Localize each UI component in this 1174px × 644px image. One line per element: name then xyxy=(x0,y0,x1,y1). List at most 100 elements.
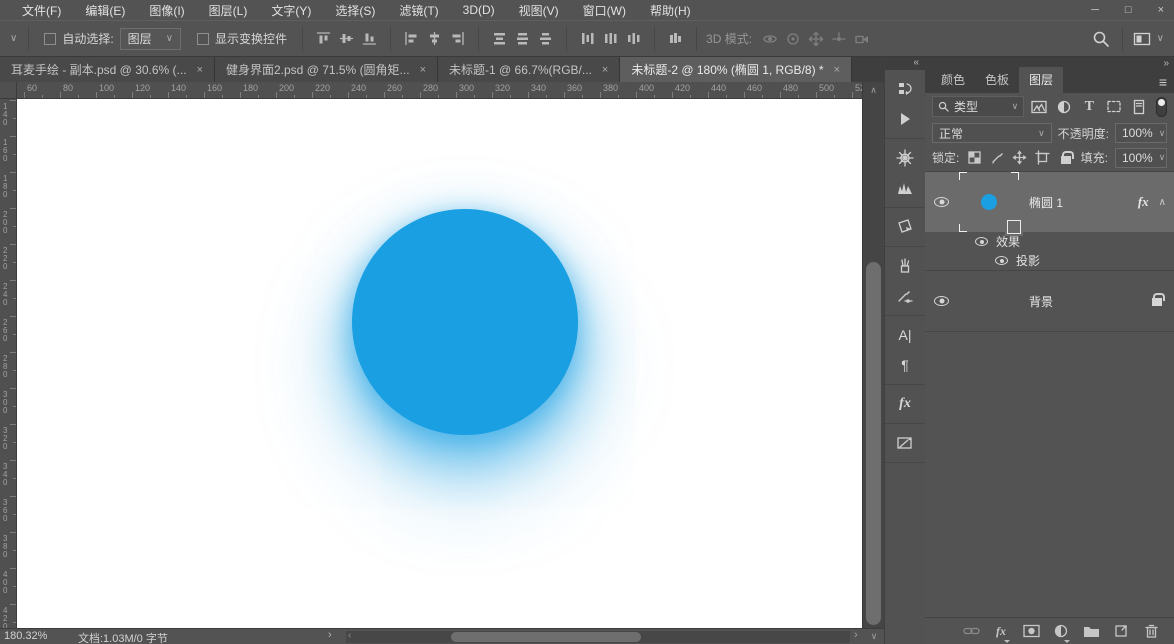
canvas[interactable] xyxy=(17,99,862,628)
vertical-scrollbar-thumb[interactable] xyxy=(866,262,881,625)
menu-item-10[interactable]: 帮助(H) xyxy=(638,2,703,19)
layer-row-ellipse-1[interactable]: 椭圆 1 fx ∧ xyxy=(925,172,1174,236)
zoom-level-field[interactable]: 180.32% xyxy=(4,630,47,642)
scroll-down-icon[interactable]: ∨ xyxy=(866,631,882,642)
collapse-effects-icon[interactable]: ∧ xyxy=(1159,197,1166,208)
menu-item-0[interactable]: 文件(F) xyxy=(10,2,73,19)
history-panel-icon[interactable] xyxy=(885,74,925,104)
new-adjustment-layer-button[interactable] xyxy=(1052,622,1070,643)
3d-roll-icon[interactable] xyxy=(781,27,804,51)
show-transform-checkbox[interactable] xyxy=(197,32,210,45)
menu-item-6[interactable]: 滤镜(T) xyxy=(387,2,450,19)
eye-icon[interactable] xyxy=(995,256,1008,265)
lock-image-pixels-icon[interactable] xyxy=(989,149,1005,167)
3d-pan-icon[interactable] xyxy=(804,27,827,51)
info-panel-icon[interactable] xyxy=(885,212,925,242)
ellipse-shape[interactable] xyxy=(352,209,578,435)
scroll-right-icon[interactable]: › xyxy=(854,629,858,641)
menu-item-4[interactable]: 文字(Y) xyxy=(259,2,323,19)
brush-presets-panel-icon[interactable] xyxy=(885,251,925,281)
menu-item-5[interactable]: 选择(S) xyxy=(323,2,387,19)
blend-mode-dropdown[interactable]: 正常 ∨ xyxy=(932,123,1052,143)
distribute-right-edges-icon[interactable] xyxy=(622,27,645,51)
styles-panel-icon[interactable]: fx xyxy=(885,389,925,419)
layer-fx-badge[interactable]: fx xyxy=(1138,194,1149,210)
menu-item-1[interactable]: 编辑(E) xyxy=(73,2,137,19)
scroll-up-icon[interactable]: ∧ xyxy=(863,85,884,96)
distribute-left-edges-icon[interactable] xyxy=(576,27,599,51)
distribute-horizontal-centers-icon[interactable] xyxy=(599,27,622,51)
delete-layer-button[interactable] xyxy=(1142,622,1160,640)
panel-menu-icon[interactable]: ≡ xyxy=(1159,74,1167,90)
add-layer-style-button[interactable]: fx xyxy=(992,622,1010,643)
document-tab-2[interactable]: 健身界面2.psd @ 71.5% (圆角矩... × xyxy=(215,57,439,82)
tool-presets-panel-icon[interactable] xyxy=(885,281,925,311)
align-bottom-edges-icon[interactable] xyxy=(358,27,381,51)
lock-artboard-icon[interactable] xyxy=(1035,149,1051,167)
vertical-scrollbar[interactable]: ∧ xyxy=(862,82,884,628)
ruler-corner[interactable] xyxy=(0,82,17,99)
3d-slide-icon[interactable] xyxy=(827,27,850,51)
layer-name[interactable]: 椭圆 1 xyxy=(1029,194,1138,211)
menu-item-9[interactable]: 窗口(W) xyxy=(571,2,638,19)
horizontal-scrollbar[interactable]: ‹ xyxy=(346,630,850,643)
eye-icon[interactable] xyxy=(975,237,988,246)
lock-all-icon[interactable] xyxy=(1058,149,1074,167)
distribute-vertical-centers-icon[interactable] xyxy=(511,27,534,51)
tool-preset-chevron-icon[interactable]: ∨ xyxy=(10,33,17,44)
layer-thumbnail[interactable] xyxy=(959,172,1023,236)
paragraph-panel-icon[interactable]: ¶ xyxy=(885,350,925,380)
align-horizontal-centers-icon[interactable] xyxy=(423,27,446,51)
collapse-dock-icon[interactable]: « xyxy=(913,57,919,68)
patterns-panel-icon[interactable] xyxy=(885,428,925,458)
filter-type-dropdown[interactable]: 类型 ∨ xyxy=(932,96,1025,117)
filter-pixel-layers-icon[interactable] xyxy=(1029,97,1049,117)
menu-item-8[interactable]: 视图(V) xyxy=(507,2,571,19)
lock-transparent-pixels-icon[interactable] xyxy=(966,149,982,167)
document-tab-3[interactable]: 未标题-1 @ 66.7%(RGB/... × xyxy=(438,57,621,82)
drop-shadow-row[interactable]: 投影 xyxy=(925,251,1174,270)
tab-color[interactable]: 颜色 xyxy=(931,67,975,93)
3d-orbit-icon[interactable] xyxy=(758,27,781,51)
layer-thumbnail[interactable] xyxy=(962,274,1016,328)
3d-zoom-icon[interactable] xyxy=(850,27,873,51)
distribute-bottom-edges-icon[interactable] xyxy=(534,27,557,51)
minimize-button[interactable]: ─ xyxy=(1091,4,1099,16)
layer-name[interactable]: 背景 xyxy=(1029,293,1152,310)
align-vertical-centers-icon[interactable] xyxy=(335,27,358,51)
align-top-edges-icon[interactable] xyxy=(312,27,335,51)
auto-select-target-dropdown[interactable]: 图层 ∨ xyxy=(119,27,182,50)
tab-layers[interactable]: 图层 xyxy=(1019,67,1064,93)
filter-smart-objects-icon[interactable] xyxy=(1129,97,1149,117)
horizontal-scrollbar-thumb[interactable] xyxy=(451,632,641,642)
close-tab-icon[interactable]: × xyxy=(602,64,608,76)
filter-type-layers-icon[interactable]: T xyxy=(1079,97,1099,117)
document-tab-4-active[interactable]: 未标题-2 @ 180% (椭圆 1, RGB/8) * × xyxy=(620,57,853,82)
visibility-toggle[interactable] xyxy=(925,172,958,232)
status-popup-arrow-icon[interactable]: › xyxy=(328,629,332,641)
visibility-toggle[interactable] xyxy=(925,271,958,331)
align-right-edges-icon[interactable] xyxy=(446,27,469,51)
menu-item-3[interactable]: 图层(L) xyxy=(197,2,260,19)
lock-position-icon[interactable] xyxy=(1012,149,1028,167)
filter-shape-layers-icon[interactable] xyxy=(1104,97,1124,117)
close-tab-icon[interactable]: × xyxy=(834,64,840,76)
align-left-edges-icon[interactable] xyxy=(400,27,423,51)
add-layer-mask-button[interactable] xyxy=(1022,622,1040,640)
vertical-ruler[interactable]: 1 4 0 1 6 0 1 8 0 2 0 0 2 2 0 2 4 0 2 6 0 2 8 0… xyxy=(0,99,17,628)
distribute-top-edges-icon[interactable] xyxy=(488,27,511,51)
workspace-switcher-icon[interactable] xyxy=(1132,27,1155,51)
collapse-panel-icon[interactable]: » xyxy=(1163,58,1169,69)
actions-panel-icon[interactable] xyxy=(885,104,925,134)
opacity-dropdown[interactable]: 100% ∨ xyxy=(1115,123,1167,143)
document-tab-1[interactable]: 耳麦手绘 - 副本.psd @ 30.6% (... × xyxy=(0,57,215,82)
layer-row-background[interactable]: 背景 xyxy=(925,271,1174,331)
histogram-panel-icon[interactable] xyxy=(885,173,925,203)
close-tab-icon[interactable]: × xyxy=(420,64,426,76)
auto-align-layers-icon[interactable] xyxy=(664,27,687,51)
new-layer-button[interactable] xyxy=(1112,622,1130,640)
menu-item-7[interactable]: 3D(D) xyxy=(451,3,507,17)
search-icon[interactable] xyxy=(1090,27,1113,51)
brush-settings-panel-icon[interactable] xyxy=(885,143,925,173)
link-layers-button[interactable] xyxy=(962,622,980,640)
